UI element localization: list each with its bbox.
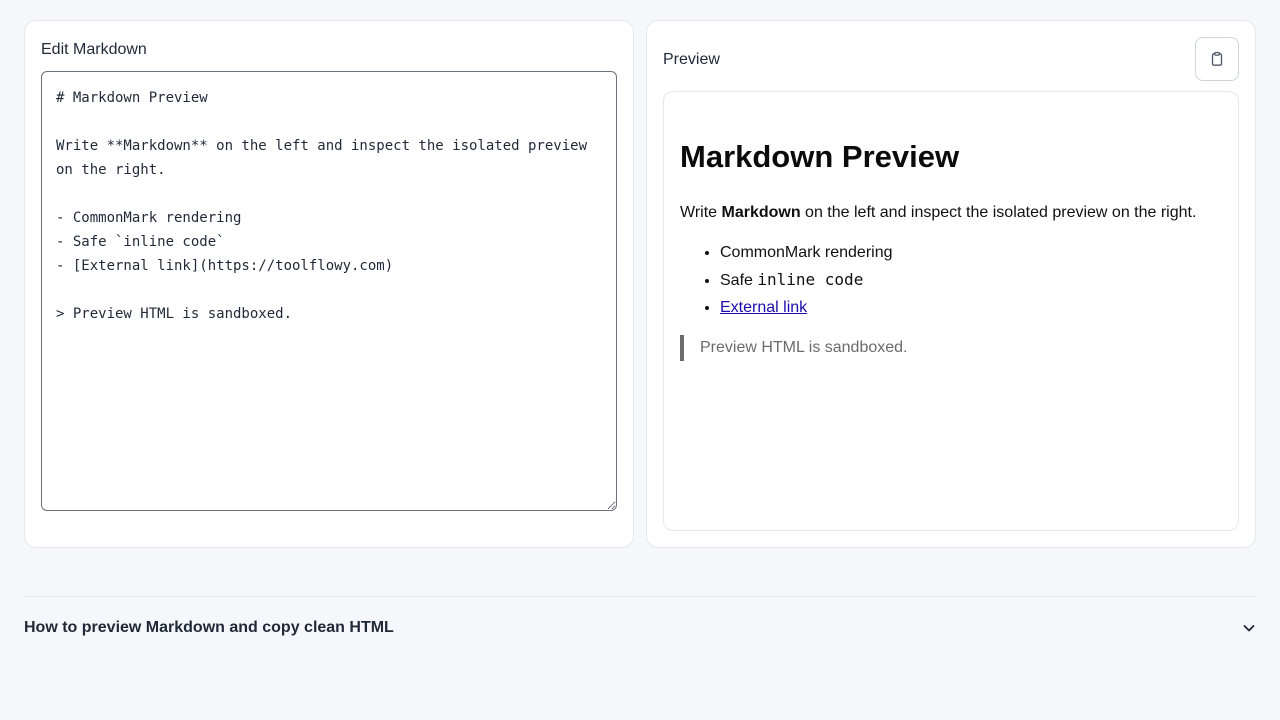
inline-code: inline code bbox=[757, 270, 864, 289]
preview-list: CommonMark rendering Safe inline code Ex… bbox=[680, 242, 1222, 319]
preview-heading: Markdown Preview bbox=[680, 139, 960, 174]
chevron-down-icon bbox=[1243, 625, 1255, 632]
external-link[interactable]: External link bbox=[720, 299, 807, 316]
copy-html-button[interactable] bbox=[1195, 37, 1239, 81]
list-item: External link bbox=[720, 297, 1222, 319]
list-item: CommonMark rendering bbox=[720, 242, 1222, 264]
section-divider bbox=[24, 596, 1256, 597]
preview-title: Preview bbox=[663, 51, 720, 68]
preview-frame: Markdown Preview Write Markdown on the l… bbox=[663, 91, 1239, 531]
preview-paragraph: Write Markdown on the left and inspect t… bbox=[680, 202, 1222, 224]
list-item: Safe inline code bbox=[720, 269, 1222, 292]
clipboard-icon bbox=[1211, 51, 1223, 66]
editor-panel: Edit Markdown # Markdown Preview Write *… bbox=[24, 20, 634, 548]
paragraph-text-end: on the left and inspect the isolated pre… bbox=[800, 204, 1197, 221]
paragraph-bold-text: Markdown bbox=[721, 204, 801, 221]
markdown-input[interactable]: # Markdown Preview Write **Markdown** on… bbox=[41, 71, 617, 511]
editor-title: Edit Markdown bbox=[41, 41, 147, 58]
paragraph-text-start: Write bbox=[680, 204, 722, 221]
list-item-text: CommonMark rendering bbox=[720, 244, 893, 261]
preview-panel: Preview Markdown Preview Write Markdown … bbox=[646, 20, 1256, 548]
list-item-text: Safe bbox=[720, 272, 758, 289]
preview-blockquote: Preview HTML is sandboxed. bbox=[680, 335, 1222, 361]
faq-title: How to preview Markdown and copy clean H… bbox=[24, 619, 394, 636]
faq-accordion-toggle[interactable]: How to preview Markdown and copy clean H… bbox=[24, 612, 1256, 644]
